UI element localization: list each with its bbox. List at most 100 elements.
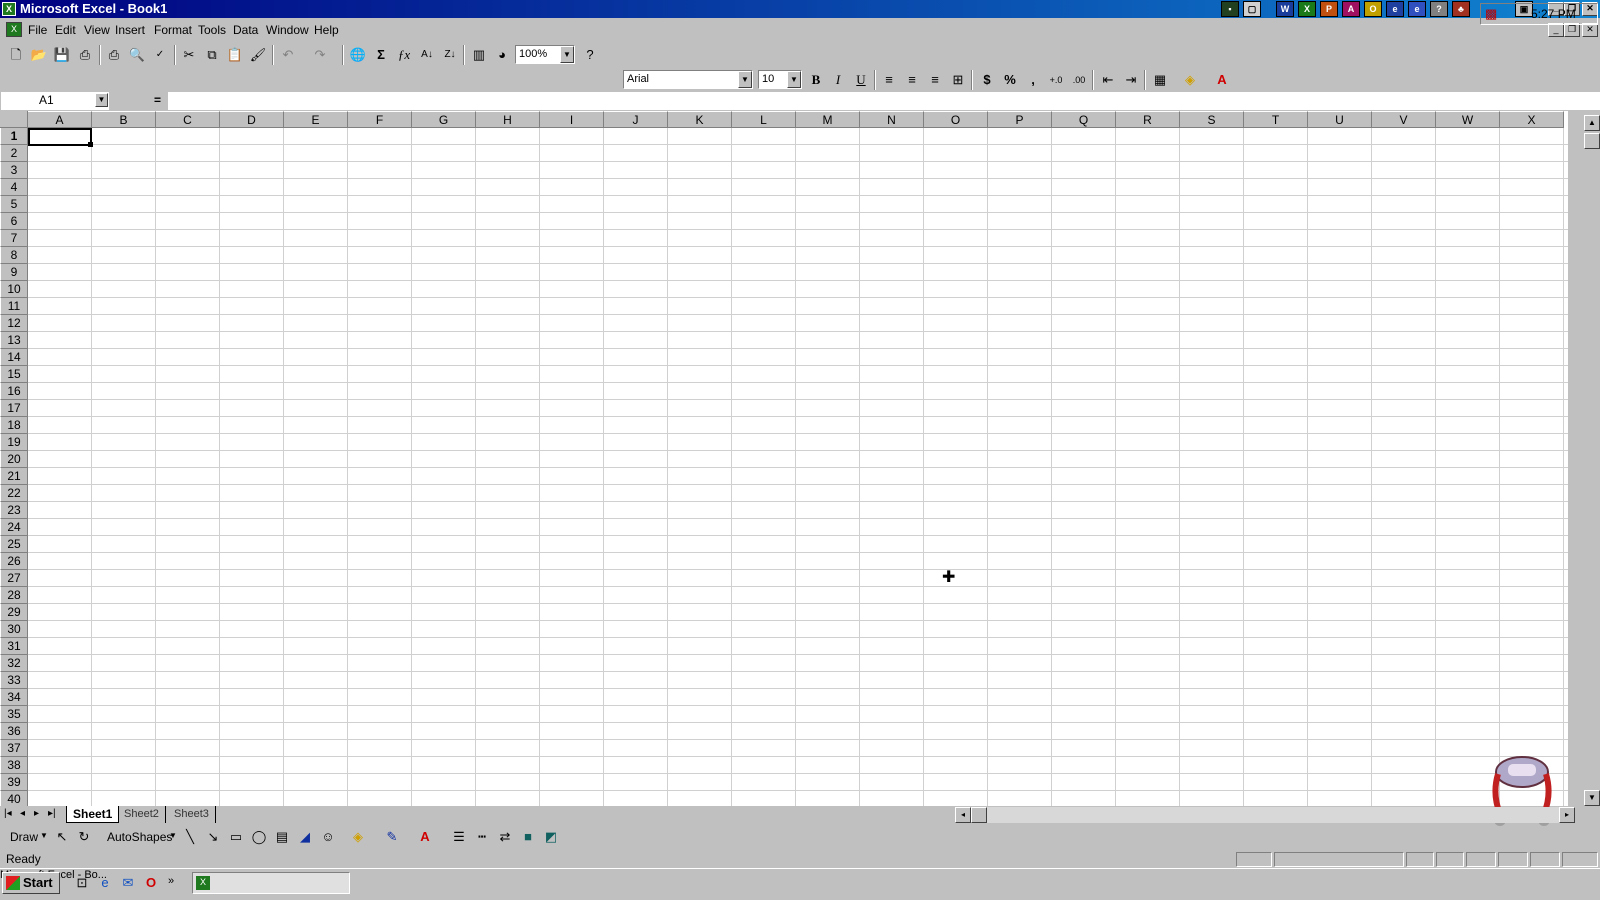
print-icon[interactable]: ⎙ [75, 45, 95, 65]
italic-icon[interactable]: I [828, 70, 848, 90]
currency-icon[interactable]: $ [977, 70, 997, 90]
column-header[interactable]: T [1244, 111, 1308, 128]
column-header[interactable]: H [476, 111, 540, 128]
3d-icon[interactable]: ◩ [541, 827, 561, 847]
row-header[interactable]: 30 [0, 621, 28, 638]
column-header[interactable]: R [1116, 111, 1180, 128]
outlook-icon[interactable]: O [1364, 1, 1382, 17]
row-header[interactable]: 36 [0, 723, 28, 740]
menu-file[interactable]: File [28, 23, 47, 37]
tab-sheet3[interactable]: Sheet3 [168, 806, 216, 823]
row-header[interactable]: 3 [0, 162, 28, 179]
borders-icon[interactable]: ▦ [1150, 70, 1170, 90]
autosum-icon[interactable]: Σ [371, 45, 391, 65]
menu-edit[interactable]: Edit [55, 23, 76, 37]
column-header[interactable]: W [1436, 111, 1500, 128]
function-icon[interactable]: ƒx [394, 45, 414, 65]
print-preview-icon[interactable]: 🔍 [127, 45, 147, 65]
menu-help[interactable]: Help [314, 23, 339, 37]
align-left-icon[interactable]: ≡ [879, 70, 899, 90]
first-sheet-icon[interactable]: |◂ [4, 808, 12, 819]
row-header[interactable]: 19 [0, 434, 28, 451]
bold-icon[interactable]: B [806, 70, 826, 90]
row-header[interactable]: 7 [0, 230, 28, 247]
scroll-left-icon[interactable]: ◂ [955, 807, 971, 823]
column-header[interactable]: I [540, 111, 604, 128]
menu-window[interactable]: Window [266, 23, 309, 37]
font-color-icon[interactable]: A [415, 827, 435, 847]
scroll-up-icon[interactable]: ▲ [1584, 115, 1600, 131]
row-header[interactable]: 39 [0, 774, 28, 791]
oval-icon[interactable]: ◯ [249, 827, 269, 847]
row-header[interactable]: 5 [0, 196, 28, 213]
tab-sheet2[interactable]: Sheet2 [118, 806, 166, 823]
row-header[interactable]: 29 [0, 604, 28, 621]
column-header[interactable]: C [156, 111, 220, 128]
ie-icon[interactable]: e [1408, 1, 1426, 17]
row-header[interactable]: 26 [0, 553, 28, 570]
title-bar[interactable]: X Microsoft Excel - Book1 ▪ ▢ W X P A O … [0, 0, 1600, 18]
doc-restore-button[interactable]: ❐ [1564, 23, 1580, 37]
scroll-thumb[interactable] [1584, 133, 1600, 149]
line-style-icon[interactable]: ☰ [449, 827, 469, 847]
column-header[interactable]: S [1180, 111, 1244, 128]
menu-format[interactable]: Format [154, 23, 192, 37]
workbook-icon[interactable]: X [6, 22, 22, 37]
align-center-icon[interactable]: ≡ [902, 70, 922, 90]
select-pointer-icon[interactable]: ↖ [52, 827, 72, 847]
chevron-down-icon[interactable]: ▼ [169, 831, 177, 840]
decrease-indent-icon[interactable]: ⇤ [1098, 70, 1118, 90]
row-header[interactable]: 1 [0, 128, 28, 145]
excel-app-icon[interactable]: X [2, 2, 16, 16]
row-header[interactable]: 11 [0, 298, 28, 315]
row-header[interactable]: 18 [0, 417, 28, 434]
column-header[interactable]: L [732, 111, 796, 128]
autoshapes-menu[interactable]: AutoShapes [107, 830, 172, 844]
increase-indent-icon[interactable]: ⇥ [1121, 70, 1141, 90]
dash-style-icon[interactable]: ┅ [472, 827, 492, 847]
row-header[interactable]: 14 [0, 349, 28, 366]
sort-ascending-icon[interactable]: A↓ [417, 45, 437, 65]
column-header[interactable]: M [796, 111, 860, 128]
tab-sheet1[interactable]: Sheet1 [66, 806, 120, 823]
align-right-icon[interactable]: ≡ [925, 70, 945, 90]
save-icon[interactable]: 💾 [52, 45, 72, 65]
undo-icon[interactable]: ↶ [278, 45, 298, 65]
row-header[interactable]: 16 [0, 383, 28, 400]
open-icon[interactable]: 📂 [29, 45, 49, 65]
word-icon[interactable]: W [1276, 1, 1294, 17]
help-icon[interactable]: ? [580, 45, 600, 65]
hyperlink-icon[interactable]: 🌐 [348, 45, 368, 65]
row-header[interactable]: 31 [0, 638, 28, 655]
select-all-corner[interactable] [0, 111, 28, 128]
font-combo[interactable]: Arial ▼ [623, 70, 753, 89]
row-header[interactable]: 6 [0, 213, 28, 230]
column-header[interactable]: E [284, 111, 348, 128]
column-header[interactable]: X [1500, 111, 1564, 128]
row-header[interactable]: 21 [0, 468, 28, 485]
column-header[interactable]: K [668, 111, 732, 128]
row-header[interactable]: 20 [0, 451, 28, 468]
row-header[interactable]: 9 [0, 264, 28, 281]
row-header[interactable]: 40 [0, 791, 28, 806]
vertical-scrollbar[interactable]: ▲ ▼ [1568, 111, 1600, 806]
arrow-style-icon[interactable]: ⇄ [495, 827, 515, 847]
doc-close-button[interactable]: ✕ [1582, 23, 1598, 37]
column-header[interactable]: P [988, 111, 1052, 128]
desktop-icon[interactable]: ⊡ [72, 873, 92, 893]
prev-sheet-icon[interactable]: ◂ [20, 808, 25, 819]
row-header[interactable]: 8 [0, 247, 28, 264]
column-header[interactable]: A [28, 111, 92, 128]
redo-icon[interactable]: ↷ [310, 45, 330, 65]
ie-quicklaunch-icon[interactable]: e [95, 873, 115, 893]
paste-icon[interactable]: 📋 [225, 45, 245, 65]
access-icon[interactable]: A [1342, 1, 1360, 17]
row-header[interactable]: 34 [0, 689, 28, 706]
row-header[interactable]: 32 [0, 655, 28, 672]
column-header[interactable]: B [92, 111, 156, 128]
row-header[interactable]: 33 [0, 672, 28, 689]
fill-color-icon[interactable]: ◈ [348, 827, 368, 847]
tray-icon[interactable]: ▩ [1485, 6, 1497, 22]
horizontal-scrollbar[interactable]: ◂ ▸ [955, 807, 1575, 823]
copy-icon[interactable]: ⧉ [202, 45, 222, 65]
